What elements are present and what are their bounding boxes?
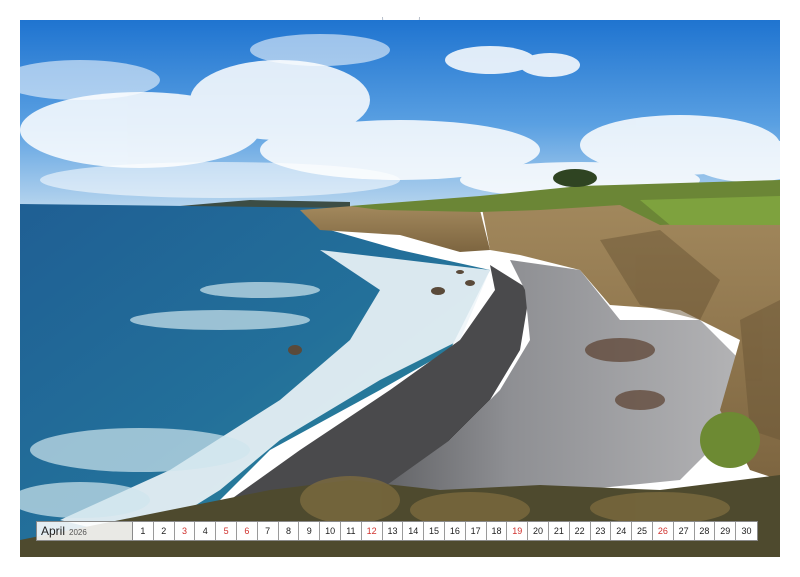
day-cell: 2 (153, 522, 175, 540)
month-label-box: April 2026 (37, 522, 133, 540)
day-cell: 3 (174, 522, 196, 540)
day-cell: 1 (133, 522, 154, 540)
day-cell: 10 (320, 522, 341, 540)
month-year: 2026 (69, 528, 87, 537)
day-cells: 1 2 3 4 5 6 7 8 9 10 11 12 13 14 15 16 17 18 19 20 21 22 23 24 2… (133, 522, 757, 540)
day-cell: 14 (403, 522, 425, 540)
day-cell: 4 (195, 522, 217, 540)
day-cell: 23 (590, 522, 612, 540)
day-cell: 29 (715, 522, 737, 540)
day-cell: 20 (528, 522, 549, 540)
day-cell: 24 (611, 522, 633, 540)
day-cell: 5 (216, 522, 237, 540)
day-cell: 16 (444, 522, 466, 540)
day-cell: 7 (257, 522, 279, 540)
day-cell: 6 (236, 522, 258, 540)
day-cell: 30 (736, 522, 757, 540)
calendar-date-strip: April 2026 1 2 3 4 5 6 7 8 9 10 11 12 13 14 15 16 17 18 19… (36, 521, 758, 541)
day-cell: 18 (486, 522, 508, 540)
day-cell: 13 (382, 522, 404, 540)
day-cell: 26 (652, 522, 674, 540)
day-cell: 28 (694, 522, 716, 540)
day-cell: 8 (278, 522, 300, 540)
coastal-landscape-image (20, 20, 780, 557)
day-cell: 22 (569, 522, 591, 540)
day-cell: 9 (299, 522, 321, 540)
day-cell: 17 (465, 522, 487, 540)
day-cell: 11 (340, 522, 362, 540)
day-cell: 15 (424, 522, 445, 540)
day-cell: 19 (507, 522, 529, 540)
day-cell: 25 (632, 522, 653, 540)
month-name: April (41, 524, 66, 538)
day-cell: 27 (673, 522, 695, 540)
calendar-photo (20, 20, 780, 557)
day-cell: 21 (548, 522, 570, 540)
day-cell: 12 (361, 522, 383, 540)
